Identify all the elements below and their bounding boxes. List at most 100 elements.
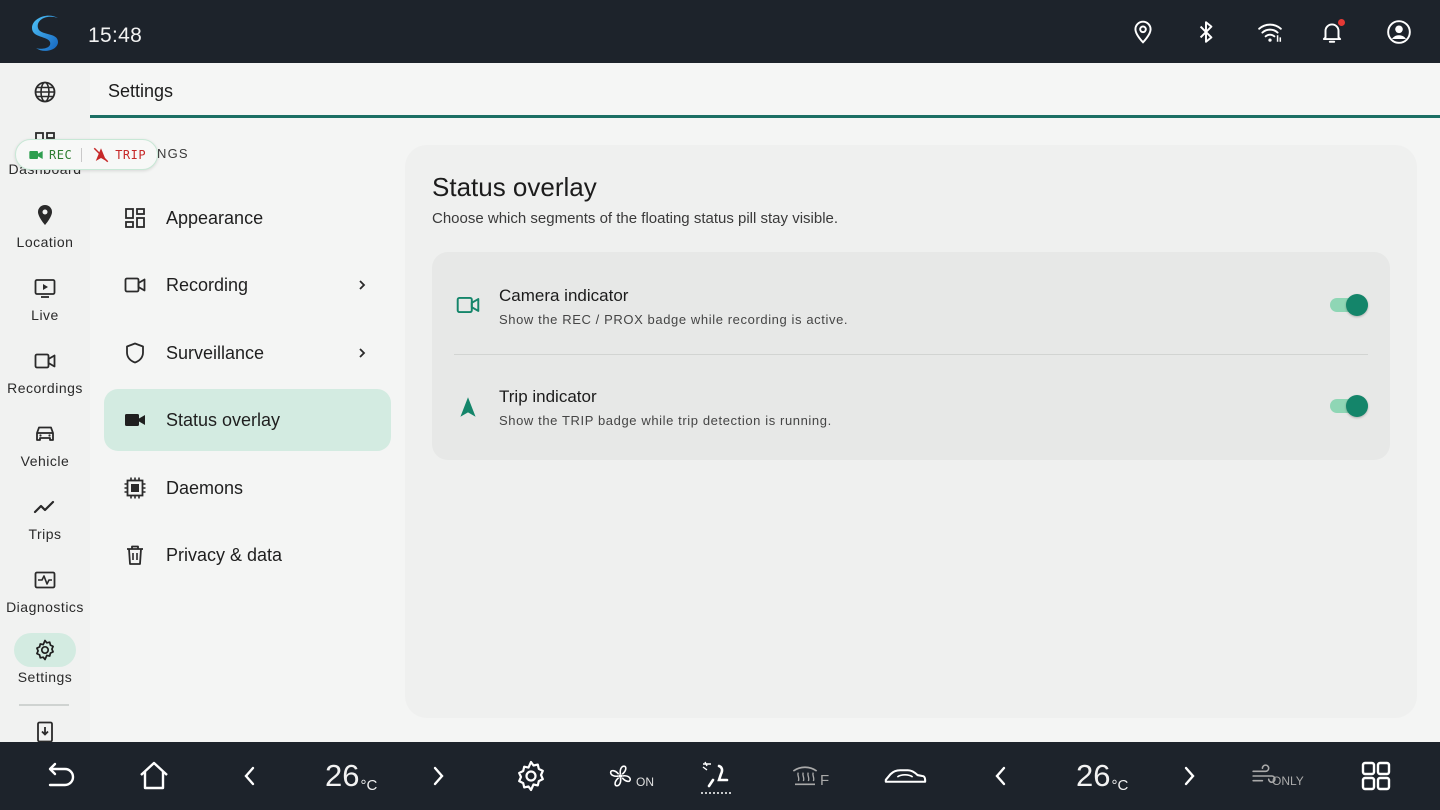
rec-label: REC bbox=[49, 147, 73, 162]
rail-item-globe[interactable] bbox=[0, 75, 90, 109]
trash-icon bbox=[122, 542, 148, 568]
chip-icon bbox=[122, 475, 148, 501]
pill-separator bbox=[81, 147, 83, 162]
wifi-icon[interactable] bbox=[1256, 18, 1284, 46]
option-camera-indicator[interactable]: Camera indicator Show the REC / PROX bad… bbox=[432, 252, 1390, 352]
video-camera-icon bbox=[122, 272, 148, 298]
menu-label-appearance: Appearance bbox=[166, 207, 264, 228]
option-trip-indicator[interactable]: Trip indicator Show the TRIP badge while… bbox=[432, 355, 1390, 455]
navigation-off-icon bbox=[93, 147, 109, 162]
rail-label-recordings: Recordings bbox=[7, 380, 83, 396]
menu-item-daemons[interactable]: Daemons bbox=[104, 457, 391, 519]
right-temp-decrease-icon[interactable] bbox=[983, 756, 1019, 796]
seat-airflow-icon[interactable] bbox=[697, 756, 737, 796]
option-description: Show the REC / PROX badge while recordin… bbox=[499, 312, 849, 327]
video-camera-icon bbox=[454, 291, 482, 319]
right-temp-increase-icon[interactable] bbox=[1171, 756, 1207, 796]
menu-label-surveillance: Surveillance bbox=[166, 342, 265, 363]
rail-item-recordings[interactable]: Recordings bbox=[0, 344, 90, 396]
rail-item-diagnostics[interactable]: Diagnostics bbox=[0, 563, 90, 615]
car-recirculation-icon[interactable] bbox=[882, 756, 928, 796]
fan-icon[interactable]: ON bbox=[608, 756, 654, 796]
back-icon[interactable] bbox=[42, 756, 78, 796]
app-logo-icon[interactable] bbox=[28, 12, 70, 54]
menu-item-status-overlay[interactable]: Status overlay bbox=[104, 389, 391, 451]
rail-label-trips: Trips bbox=[28, 526, 62, 542]
rec-badge: REC bbox=[28, 147, 72, 163]
menu-item-privacy[interactable]: Privacy & data bbox=[104, 524, 391, 586]
menu-item-recording[interactable]: Recording bbox=[104, 254, 391, 316]
trip-badge: TRIP bbox=[92, 146, 146, 164]
rail-label-vehicle: Vehicle bbox=[20, 453, 70, 469]
video-camera-filled-icon bbox=[122, 407, 148, 433]
rail-label-settings: Settings bbox=[17, 669, 73, 685]
trip-indicator-toggle[interactable] bbox=[1330, 394, 1368, 418]
video-camera-icon bbox=[14, 344, 76, 378]
airflow-only-icon[interactable]: ONLY bbox=[1250, 756, 1304, 796]
option-title: Trip indicator bbox=[499, 387, 597, 406]
fan-label: ON bbox=[636, 775, 654, 789]
floating-status-pill[interactable]: REC TRIP bbox=[15, 139, 158, 170]
rear-defrost-icon[interactable]: F bbox=[790, 756, 829, 796]
option-description: Show the TRIP badge while trip detection… bbox=[499, 413, 832, 428]
status-bar: 15:48 bbox=[0, 0, 1440, 63]
toggle-thumb bbox=[1346, 294, 1368, 316]
card-subtitle: Choose which segments of the floating st… bbox=[432, 210, 839, 227]
status-overlay-card: Status overlay Choose which segments of … bbox=[405, 145, 1417, 718]
account-icon[interactable] bbox=[1385, 18, 1413, 46]
rail-label-diagnostics: Diagnostics bbox=[6, 599, 84, 615]
shield-icon bbox=[122, 340, 148, 366]
chevron-right-icon bbox=[359, 348, 366, 358]
menu-label-status-overlay: Status overlay bbox=[166, 409, 281, 430]
car-icon bbox=[14, 417, 76, 451]
rail-label-location: Location bbox=[16, 234, 74, 250]
camera-indicator-toggle[interactable] bbox=[1330, 293, 1368, 317]
options-panel: Camera indicator Show the REC / PROX bad… bbox=[432, 252, 1390, 460]
menu-item-surveillance[interactable]: Surveillance bbox=[104, 322, 391, 384]
bluetooth-icon[interactable] bbox=[1192, 18, 1220, 46]
rail-item-location[interactable]: Location bbox=[0, 198, 90, 250]
left-temp-value: 26 bbox=[325, 758, 360, 793]
menu-label-recording: Recording bbox=[166, 274, 249, 295]
card-title: Status overlay bbox=[432, 172, 597, 202]
left-temp-decrease-icon[interactable] bbox=[232, 756, 268, 796]
globe-icon bbox=[14, 75, 76, 109]
rail-item-settings[interactable]: Settings bbox=[0, 633, 90, 685]
menu-label-privacy: Privacy & data bbox=[166, 544, 283, 565]
video-camera-icon bbox=[29, 150, 43, 159]
gear-icon bbox=[14, 633, 76, 667]
menu-item-appearance[interactable]: Appearance bbox=[104, 187, 391, 249]
trip-label: TRIP bbox=[115, 147, 147, 162]
rail-item-live[interactable]: Live bbox=[0, 271, 90, 323]
page-header: Settings bbox=[90, 63, 1440, 118]
notification-dot bbox=[1338, 19, 1345, 26]
home-icon[interactable] bbox=[136, 756, 172, 796]
left-temp-unit: °C bbox=[360, 777, 378, 794]
location-pin-icon bbox=[14, 198, 76, 232]
rail-item-vehicle[interactable]: Vehicle bbox=[0, 417, 90, 469]
menu-label-daemons: Daemons bbox=[166, 477, 244, 498]
trend-line-icon bbox=[14, 490, 76, 524]
clock: 15:48 bbox=[88, 24, 143, 47]
rail-item-trips[interactable]: Trips bbox=[0, 490, 90, 542]
bell-icon[interactable] bbox=[1318, 18, 1346, 46]
right-temp-unit: °C bbox=[1111, 777, 1129, 794]
grid-icon bbox=[122, 205, 148, 231]
location-pin-icon[interactable] bbox=[1129, 18, 1157, 46]
apps-grid-icon[interactable] bbox=[1358, 756, 1394, 796]
rail-divider bbox=[19, 704, 69, 706]
rail-label-live: Live bbox=[31, 307, 59, 323]
toggle-thumb bbox=[1346, 395, 1368, 417]
chevron-right-icon bbox=[359, 280, 366, 290]
monitor-heart-icon bbox=[14, 563, 76, 597]
climate-settings-gear-icon[interactable] bbox=[513, 756, 549, 796]
live-play-icon bbox=[14, 271, 76, 305]
section-label: NGS bbox=[157, 146, 189, 161]
navigation-arrow-icon bbox=[454, 393, 482, 421]
airflow-only-label: ONLY bbox=[1272, 774, 1304, 788]
climate-dock: 26°C ON F 26°C ONLY bbox=[0, 742, 1440, 810]
defrost-label: F bbox=[820, 771, 830, 789]
page-title: Settings bbox=[108, 81, 174, 101]
left-temperature: 26°C bbox=[325, 758, 377, 794]
left-temp-increase-icon[interactable] bbox=[420, 756, 456, 796]
